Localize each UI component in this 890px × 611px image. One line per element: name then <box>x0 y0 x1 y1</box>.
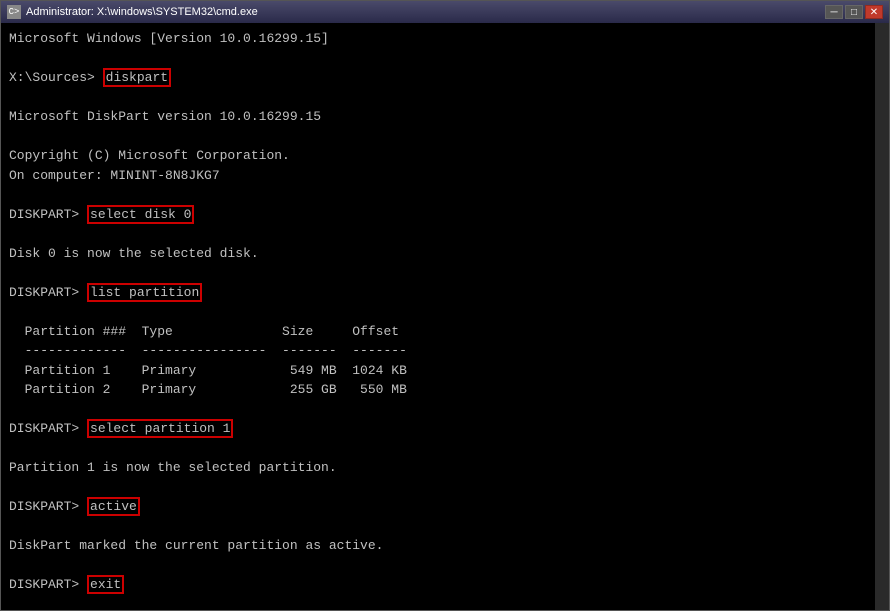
terminal-line: Partition 1 Primary 549 MB 1024 KB <box>9 361 867 381</box>
command-text: select disk 0 <box>87 205 194 224</box>
command-text: select partition 1 <box>87 419 233 438</box>
scrollbar[interactable] <box>875 23 889 610</box>
close-button[interactable]: ✕ <box>865 5 883 19</box>
maximize-button[interactable]: □ <box>845 5 863 19</box>
terminal-container: Microsoft Windows [Version 10.0.16299.15… <box>1 23 889 610</box>
terminal-body[interactable]: Microsoft Windows [Version 10.0.16299.15… <box>1 23 875 610</box>
terminal-command-line: DISKPART> exit <box>9 575 867 595</box>
command-prompt: DISKPART> <box>9 577 79 592</box>
terminal-line: DiskPart marked the current partition as… <box>9 536 867 556</box>
minimize-button[interactable]: ─ <box>825 5 843 19</box>
command-text: list partition <box>87 283 202 302</box>
terminal-line: Microsoft DiskPart version 10.0.16299.15 <box>9 107 867 127</box>
terminal-line: Partition 2 Primary 255 GB 550 MB <box>9 380 867 400</box>
cmd-window: C> Administrator: X:\windows\SYSTEM32\cm… <box>0 0 890 611</box>
cmd-icon: C> <box>7 5 21 19</box>
terminal-line: Partition 1 is now the selected partitio… <box>9 458 867 478</box>
command-prompt: X:\Sources> <box>9 70 95 85</box>
command-prompt: DISKPART> <box>9 207 79 222</box>
window-controls: ─ □ ✕ <box>825 5 883 19</box>
terminal-command-line: DISKPART> active <box>9 497 867 517</box>
command-text: exit <box>87 575 124 594</box>
terminal-command-line: DISKPART> list partition <box>9 283 867 303</box>
terminal-line: Microsoft Windows [Version 10.0.16299.15… <box>9 29 867 49</box>
terminal-line: Disk 0 is now the selected disk. <box>9 244 867 264</box>
terminal-line: ------------- ---------------- ------- -… <box>9 341 867 361</box>
terminal-line: Copyright (C) Microsoft Corporation. <box>9 146 867 166</box>
command-prompt: DISKPART> <box>9 421 79 436</box>
terminal-command-line: X:\Sources> diskpart <box>9 68 867 88</box>
command-text: active <box>87 497 140 516</box>
title-bar: C> Administrator: X:\windows\SYSTEM32\cm… <box>1 1 889 23</box>
terminal-command-line: DISKPART> select disk 0 <box>9 205 867 225</box>
title-bar-left: C> Administrator: X:\windows\SYSTEM32\cm… <box>7 5 258 19</box>
terminal-line: Partition ### Type Size Offset <box>9 322 867 342</box>
window-title: Administrator: X:\windows\SYSTEM32\cmd.e… <box>26 6 258 18</box>
command-prompt: DISKPART> <box>9 285 79 300</box>
command-text: diskpart <box>103 68 171 87</box>
terminal-command-line: DISKPART> select partition 1 <box>9 419 867 439</box>
terminal-line: On computer: MININT-8N8JKG7 <box>9 166 867 186</box>
command-prompt: DISKPART> <box>9 499 79 514</box>
